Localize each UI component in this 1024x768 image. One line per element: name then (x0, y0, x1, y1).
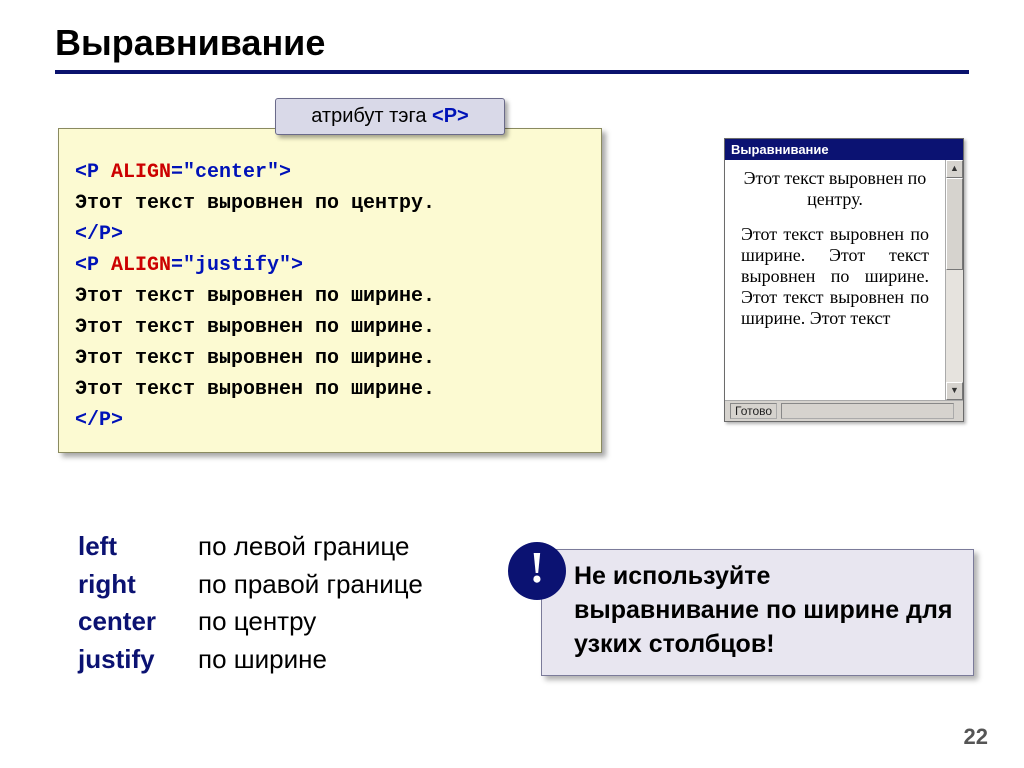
alignment-values-list: leftпо левой границе rightпо правой гран… (78, 528, 423, 679)
align-keyword: right (78, 566, 198, 604)
status-text: Готово (730, 403, 777, 419)
preview-centered-paragraph: Этот текст выровнен по центру. (741, 168, 929, 210)
code-tag-close: </P> (75, 409, 123, 432)
browser-status-bar: Готово (725, 400, 963, 421)
code-tag-open: <P (75, 161, 111, 184)
browser-preview-window: Выравнивание Этот текст выровнен по цент… (724, 138, 964, 422)
warning-box: Не используйте выравнивание по ширине дл… (541, 549, 974, 676)
code-attr-value: ="justify"> (171, 254, 303, 277)
browser-content: Этот текст выровнен по центру. Этот текс… (725, 160, 945, 400)
browser-body: Этот текст выровнен по центру. Этот текс… (725, 160, 963, 400)
attribute-callout: атрибут тэга <P> (275, 98, 505, 135)
align-description: по центру (198, 606, 316, 636)
code-example-box: <P ALIGN="center"> Этот текст выровнен п… (58, 128, 602, 453)
scroll-down-icon[interactable]: ▼ (946, 382, 963, 400)
code-attr-value: ="center"> (171, 161, 291, 184)
code-tag-open: <P (75, 254, 111, 277)
attr-callout-text: атрибут тэга (311, 105, 432, 127)
align-description: по ширине (198, 644, 327, 674)
align-row: rightпо правой границе (78, 566, 423, 604)
scrollbar-track[interactable] (946, 178, 963, 382)
code-attr: ALIGN (111, 161, 171, 184)
align-keyword: center (78, 603, 198, 641)
align-row: centerпо центру (78, 603, 423, 641)
vertical-scrollbar[interactable]: ▲ ▼ (945, 160, 963, 400)
exclamation-icon: ! (508, 542, 566, 600)
align-row: leftпо левой границе (78, 528, 423, 566)
attr-callout-tag: <P> (432, 105, 469, 127)
code-line: </P> (75, 219, 585, 250)
code-line: </P> (75, 405, 585, 436)
align-keyword: justify (78, 641, 198, 679)
scroll-up-icon[interactable]: ▲ (946, 160, 963, 178)
scrollbar-thumb[interactable] (946, 178, 963, 270)
code-line: <P ALIGN="center"> (75, 157, 585, 188)
slide-title: Выравнивание (0, 0, 1024, 70)
title-underline (55, 70, 969, 74)
code-line: Этот текст выровнен по ширине. (75, 343, 585, 374)
preview-justified-paragraph: Этот текст выровнен по ширине. Этот текс… (741, 224, 929, 329)
code-line: Этот текст выровнен по ширине. (75, 374, 585, 405)
code-line: Этот текст выровнен по ширине. (75, 312, 585, 343)
page-number: 22 (964, 724, 988, 750)
status-spacer (781, 403, 954, 419)
align-description: по правой границе (198, 569, 423, 599)
browser-titlebar: Выравнивание (725, 139, 963, 160)
align-description: по левой границе (198, 531, 409, 561)
code-tag-close: </P> (75, 223, 123, 246)
align-row: justifyпо ширине (78, 641, 423, 679)
code-line: <P ALIGN="justify"> (75, 250, 585, 281)
code-line: Этот текст выровнен по ширине. (75, 281, 585, 312)
code-line: Этот текст выровнен по центру. (75, 188, 585, 219)
code-attr: ALIGN (111, 254, 171, 277)
align-keyword: left (78, 528, 198, 566)
